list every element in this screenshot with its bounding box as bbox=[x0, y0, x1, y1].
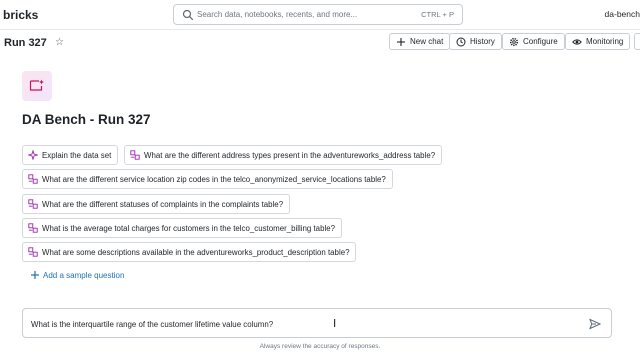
search-shortcut: CTRL + P bbox=[421, 10, 454, 19]
monitoring-button[interactable]: Monitoring bbox=[565, 33, 631, 50]
configure-button[interactable]: Configure bbox=[502, 33, 565, 50]
question-input-value: What is the interquartile range of the c… bbox=[31, 320, 274, 329]
send-icon[interactable] bbox=[589, 318, 601, 330]
page-title: Run 327 bbox=[4, 37, 47, 49]
table-icon bbox=[28, 199, 38, 209]
sample-question[interactable]: What are the different address types pre… bbox=[124, 145, 443, 165]
configure-label: Configure bbox=[523, 37, 558, 46]
workspace-switcher[interactable]: da-bench bbox=[605, 9, 640, 19]
brand-logo[interactable]: bricks bbox=[3, 8, 38, 22]
top-bar: bricks Search data, notebooks, recents, … bbox=[0, 0, 640, 30]
history-icon bbox=[456, 37, 466, 46]
sparkle-icon bbox=[28, 150, 38, 160]
table-icon bbox=[28, 223, 38, 233]
space-logo bbox=[22, 71, 52, 101]
add-sample-question-label: Add a sample question bbox=[43, 270, 125, 280]
eye-icon bbox=[572, 38, 582, 45]
search-icon bbox=[182, 9, 194, 21]
table-icon bbox=[130, 150, 140, 160]
space-title: DA Bench - Run 327 bbox=[22, 112, 151, 127]
page-header: Run 327 ☆ New chat History Configure Mon… bbox=[0, 31, 640, 53]
gear-icon bbox=[509, 37, 519, 46]
sample-question-label: What are the different service location … bbox=[42, 174, 386, 184]
sample-question-label: What are the different statuses of compl… bbox=[42, 199, 284, 209]
history-label: History bbox=[470, 37, 495, 46]
sample-question-label: What are the different address types pre… bbox=[144, 150, 436, 160]
global-search[interactable]: Search data, notebooks, recents, and mor… bbox=[173, 4, 463, 25]
sample-question[interactable]: What are the different statuses of compl… bbox=[22, 194, 291, 214]
disclaimer-text: Always review the accuracy of responses. bbox=[259, 343, 381, 350]
sample-question[interactable]: What are the different service location … bbox=[22, 169, 393, 189]
history-button[interactable]: History bbox=[449, 33, 502, 50]
sample-question[interactable]: What is the average total charges for cu… bbox=[22, 218, 342, 238]
question-input[interactable]: What is the interquartile range of the c… bbox=[22, 308, 612, 338]
star-icon[interactable]: ☆ bbox=[55, 37, 64, 48]
sample-question-explain[interactable]: Explain the data set bbox=[22, 145, 119, 165]
search-placeholder: Search data, notebooks, recents, and mor… bbox=[197, 10, 358, 19]
table-icon bbox=[28, 174, 38, 184]
sample-question-label: Explain the data set bbox=[42, 150, 112, 160]
plus-icon bbox=[31, 271, 39, 279]
new-chat-button[interactable]: New chat bbox=[389, 33, 451, 50]
plus-icon bbox=[397, 37, 405, 46]
table-icon bbox=[28, 247, 38, 257]
chat-sparkle-icon bbox=[29, 79, 44, 91]
more-button[interactable] bbox=[634, 33, 640, 50]
sample-question[interactable]: What are some descriptions available in … bbox=[22, 242, 357, 262]
text-cursor-icon: I bbox=[333, 317, 337, 330]
add-sample-question-button[interactable]: Add a sample question bbox=[30, 270, 124, 280]
new-chat-label: New chat bbox=[410, 37, 444, 46]
sample-question-label: What is the average total charges for cu… bbox=[42, 223, 335, 233]
monitoring-label: Monitoring bbox=[586, 37, 624, 46]
sample-question-label: What are some descriptions available in … bbox=[42, 247, 350, 257]
